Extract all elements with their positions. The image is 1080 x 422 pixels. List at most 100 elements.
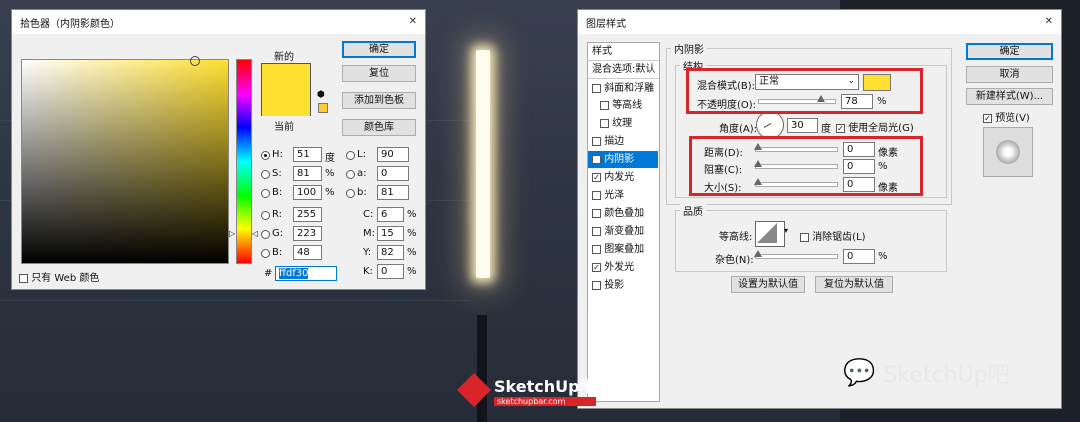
noise-unit: % <box>878 251 888 262</box>
ok-button[interactable]: 确定 <box>966 43 1053 60</box>
radio-brightness[interactable] <box>261 189 270 198</box>
style-item-color-overlay[interactable]: 颜色叠加 <box>588 205 658 222</box>
radio-a[interactable] <box>346 170 355 179</box>
close-icon[interactable]: ✕ <box>409 15 417 29</box>
style-item-bevel[interactable]: 斜面和浮雕 <box>588 80 658 97</box>
web-colors-label: 只有 Web 颜色 <box>31 273 100 284</box>
b-field[interactable]: 100 <box>293 185 322 200</box>
l-field[interactable]: 90 <box>377 147 409 162</box>
chat-bubble-icon: 💬 <box>843 358 876 388</box>
contour-checkbox[interactable] <box>600 100 609 110</box>
r-field[interactable]: 255 <box>293 207 322 222</box>
stroke-label: 描边 <box>604 136 625 147</box>
style-item-gradient-overlay[interactable]: 渐变叠加 <box>588 223 658 240</box>
inner-glow-label: 内发光 <box>604 172 635 183</box>
web-colors-checkbox-box[interactable] <box>19 273 28 283</box>
noise-slider[interactable] <box>754 250 838 259</box>
close-icon[interactable]: ✕ <box>1045 15 1053 29</box>
pattern-overlay-checkbox[interactable] <box>592 244 601 254</box>
stroke-checkbox[interactable] <box>592 136 601 146</box>
styles-header[interactable]: 样式 <box>588 43 658 60</box>
color-libraries-button[interactable]: 颜色库 <box>342 119 416 136</box>
web-colors-only-checkbox[interactable]: 只有 Web 颜色 <box>19 269 99 284</box>
c-unit: % <box>407 209 417 220</box>
ok-button[interactable]: 确定 <box>342 41 416 58</box>
reset-default-button[interactable]: 复位为默认值 <box>815 276 893 293</box>
s-field[interactable]: 81 <box>293 166 322 181</box>
reset-button[interactable]: 复位 <box>342 65 416 82</box>
drop-shadow-checkbox[interactable] <box>592 280 601 290</box>
cube-icon[interactable]: ⬢ <box>317 90 325 100</box>
layer-style-dialog: 图层样式 ✕ 样式 混合选项:默认 斜面和浮雕 等高线 纹理 描边 ✓ 内阴影 … <box>577 9 1062 409</box>
inner-glow-checkbox[interactable]: ✓ <box>592 172 601 182</box>
color-field[interactable] <box>21 56 229 264</box>
global-light-box[interactable]: ✓ <box>836 123 845 133</box>
style-item-contour[interactable]: 等高线 <box>588 97 658 114</box>
preview-checkbox[interactable]: ✓ 预览(V) <box>983 109 1030 124</box>
drop-shadow-label: 投影 <box>604 280 625 291</box>
radio-hue[interactable] <box>261 151 270 160</box>
outer-glow-label: 外发光 <box>604 262 635 273</box>
inner-shadow-checkbox[interactable]: ✓ <box>592 154 601 164</box>
cancel-button[interactable]: 取消 <box>966 66 1053 83</box>
style-item-outer-glow[interactable]: ✓ 外发光 <box>588 259 658 276</box>
contour-picker[interactable] <box>755 221 785 247</box>
antialias-box[interactable] <box>800 232 809 242</box>
rgb-b-field[interactable]: 48 <box>293 245 322 260</box>
chevron-down-icon[interactable]: ▾ <box>784 226 788 235</box>
bevel-checkbox[interactable] <box>592 83 601 93</box>
style-item-texture[interactable]: 纹理 <box>588 115 658 132</box>
outer-glow-checkbox[interactable]: ✓ <box>592 262 601 272</box>
satin-checkbox[interactable] <box>592 190 601 200</box>
style-item-drop-shadow[interactable]: 投影 <box>588 277 658 294</box>
blend-options-item[interactable]: 混合选项:默认 <box>588 61 658 78</box>
radio-l[interactable] <box>346 151 355 160</box>
angle-dial[interactable] <box>756 111 784 139</box>
radio-red[interactable] <box>261 211 270 220</box>
style-item-satin[interactable]: 光泽 <box>588 187 658 204</box>
global-light-checkbox[interactable]: ✓ 使用全局光(G) <box>836 119 914 134</box>
y-field[interactable]: 82 <box>377 245 404 260</box>
hue-slider-arrow-right[interactable]: ◁ <box>252 229 258 238</box>
color-overlay-checkbox[interactable] <box>592 208 601 218</box>
lab-b-field[interactable]: 81 <box>377 185 409 200</box>
g-field[interactable]: 223 <box>293 226 322 241</box>
logo-text: SketchUp吧 <box>494 377 596 396</box>
a-field[interactable]: 0 <box>377 166 409 181</box>
noise-slider-thumb[interactable] <box>754 250 762 257</box>
radio-b-lab[interactable] <box>346 189 355 198</box>
gradient-overlay-checkbox[interactable] <box>592 226 601 236</box>
make-default-button[interactable]: 设置为默认值 <box>731 276 805 293</box>
l-label: L: <box>357 149 366 160</box>
g-label: G: <box>272 228 284 239</box>
style-item-inner-glow[interactable]: ✓ 内发光 <box>588 169 658 186</box>
hue-slider-arrow-left[interactable]: ▷ <box>229 229 235 238</box>
background-line <box>0 300 470 301</box>
hue-slider[interactable] <box>236 59 252 264</box>
preview-box[interactable]: ✓ <box>983 113 992 123</box>
texture-checkbox[interactable] <box>600 118 609 128</box>
r-label: R: <box>272 209 283 220</box>
h-field[interactable]: 51 <box>293 147 322 162</box>
hex-field[interactable]: ffdf30 <box>275 266 337 281</box>
c-field[interactable]: 6 <box>377 207 404 222</box>
a-label: a: <box>357 168 367 179</box>
radio-green[interactable] <box>261 230 270 239</box>
style-item-stroke[interactable]: 描边 <box>588 133 658 150</box>
angle-field[interactable]: 30 <box>787 118 818 133</box>
style-item-pattern-overlay[interactable]: 图案叠加 <box>588 241 658 258</box>
noise-field[interactable]: 0 <box>843 249 875 264</box>
gradient-overlay-label: 渐变叠加 <box>604 226 645 237</box>
k-unit: % <box>407 266 417 277</box>
radio-saturation[interactable] <box>261 170 270 179</box>
color-field-marker[interactable] <box>190 56 200 66</box>
antialias-checkbox[interactable]: 消除锯齿(L) <box>800 228 866 243</box>
new-style-button[interactable]: 新建样式(W)... <box>966 88 1053 105</box>
k-field[interactable]: 0 <box>377 264 404 279</box>
m-field[interactable]: 15 <box>377 226 404 241</box>
picker-title: 拾色器（内阴影颜色） <box>20 18 120 30</box>
style-item-inner-shadow[interactable]: ✓ 内阴影 <box>588 151 658 168</box>
add-to-swatches-button[interactable]: 添加到色板 <box>342 92 416 109</box>
radio-blue[interactable] <box>261 249 270 258</box>
web-safe-swatch[interactable] <box>318 103 328 113</box>
